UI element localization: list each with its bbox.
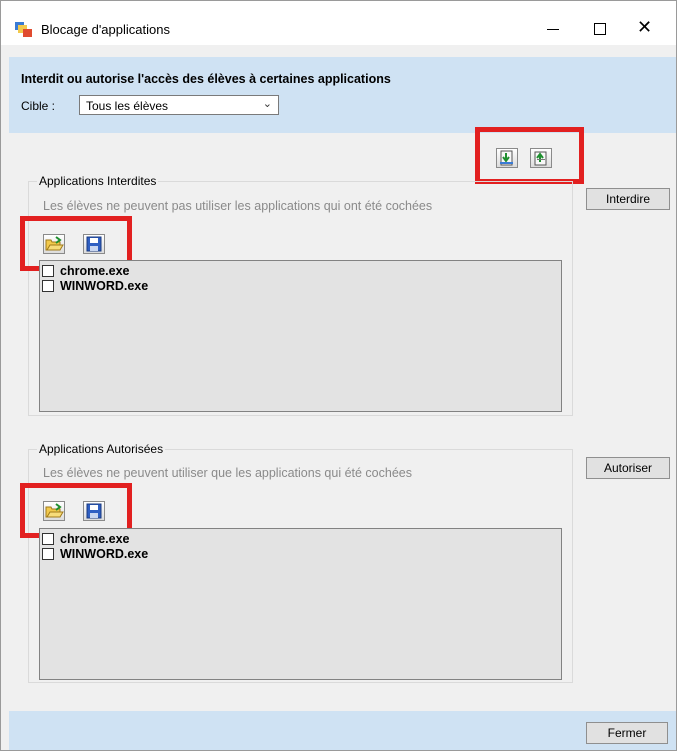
checkbox[interactable] [42,533,54,545]
list-item-label: chrome.exe [60,532,130,546]
group-title: Applications Interdites [37,174,159,188]
window-title: Blocage d'applications [41,22,170,37]
chevron-down-icon: ⌄ [262,97,272,110]
checkbox[interactable] [42,548,54,560]
list-item-label: chrome.exe [60,264,130,278]
cible-dropdown[interactable]: Tous les élèves ⌄ [79,95,279,115]
cible-selected-value: Tous les élèves [86,99,169,113]
group-description: Les élèves ne peuvent utiliser que les a… [43,466,412,480]
close-icon: ✕ [637,17,653,38]
highlight-box [475,127,584,184]
autoriser-button[interactable]: Autoriser [586,457,670,479]
fermer-button[interactable]: Fermer [586,722,668,744]
list-item-label: WINWORD.exe [60,279,149,293]
group-title: Applications Autorisées [37,442,166,456]
checkbox[interactable] [42,280,54,292]
group-description: Les élèves ne peuvent pas utiliser les a… [43,199,433,213]
maximize-button[interactable] [577,9,623,45]
interdites-listbox[interactable]: chrome.exe WINWORD.exe [39,260,562,412]
header-title: Interdit ou autorise l'accès des élèves … [21,72,391,86]
footer-panel: Fermer [9,711,676,750]
app-window: Blocage d'applications ✕ Interdit ou aut… [0,0,677,751]
cible-label: Cible : [21,99,56,113]
close-button[interactable]: ✕ [623,9,669,45]
header-panel: Interdit ou autorise l'accès des élèves … [9,57,676,133]
app-icon [15,22,32,37]
title-bar[interactable]: Blocage d'applications ✕ [1,1,676,45]
minimize-button[interactable] [531,9,577,45]
maximize-icon [594,23,606,35]
autorisees-listbox[interactable]: chrome.exe WINWORD.exe [39,528,562,680]
checkbox[interactable] [42,265,54,277]
list-item-label: WINWORD.exe [60,547,149,561]
interdire-button[interactable]: Interdire [586,188,670,210]
minimize-icon [547,29,559,30]
